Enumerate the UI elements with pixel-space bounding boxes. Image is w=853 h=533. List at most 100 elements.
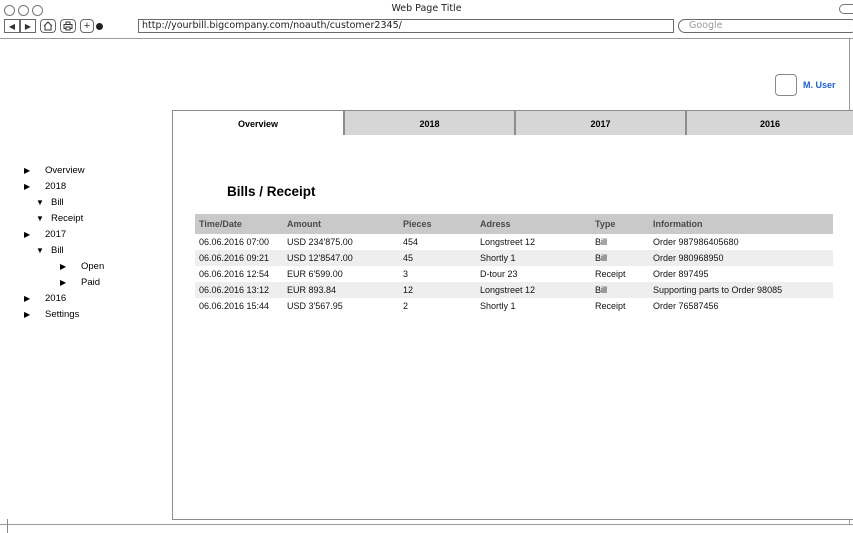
table-row[interactable]: 06.06.2016 09:21 USD 12'8547.00 45 Short… (195, 250, 833, 266)
cell-information: Order 987986405680 (653, 237, 739, 247)
sidebar-item-label: Paid (81, 277, 101, 288)
sidebar-item-settings[interactable]: ▶ Settings (24, 309, 79, 320)
sidebar-item-2018-receipt[interactable]: ▼ Receipt (36, 213, 83, 224)
home-icon (43, 21, 53, 31)
sidebar-item-2018-bill[interactable]: ▼ Bill (36, 197, 64, 208)
sidebar-item-label: Settings (45, 309, 80, 320)
expand-arrow-icon: ▶ (24, 310, 31, 319)
table-row[interactable]: 06.06.2016 15:44 USD 3'567.95 2 Shortly … (195, 298, 833, 314)
page-title: Bills / Receipt (227, 184, 316, 199)
tab-2017[interactable]: 2017 (515, 110, 686, 136)
collapse-arrow-icon: ▼ (36, 198, 44, 207)
tab-2018[interactable]: 2018 (344, 110, 515, 136)
collapse-arrow-icon: ▼ (36, 214, 44, 223)
tab-2016[interactable]: 2016 (686, 110, 853, 136)
column-header-amount[interactable]: Amount (283, 214, 399, 234)
sidebar-item-label: Overview (45, 165, 85, 176)
cell-address: Shortly 1 (476, 250, 591, 266)
printer-icon (63, 21, 73, 31)
cell-address: Longstreet 12 (480, 237, 536, 247)
search-input[interactable]: Google (678, 19, 853, 33)
status-dot-icon (95, 22, 103, 30)
expand-arrow-icon: ▶ (24, 182, 31, 191)
cell-time-date: 06.06.2016 07:00 (199, 237, 270, 247)
sidebar-item-2018[interactable]: ▶ 2018 (24, 181, 66, 192)
browser-nav-buttons: ◀ ▶ + (4, 19, 104, 33)
cell-information: Order 980968950 (649, 250, 833, 266)
loading-indicator (94, 19, 104, 33)
print-button[interactable] (60, 19, 76, 33)
cell-type: Bill (595, 237, 608, 247)
cell-amount: USD 12'8547.00 (283, 250, 399, 266)
forward-button[interactable]: ▶ (20, 19, 36, 33)
bills-table: Time/Date Amount Pieces Adress Type Info… (195, 214, 833, 314)
column-header-type[interactable]: Type (591, 214, 649, 234)
sidebar-item-2017[interactable]: ▶ 2017 (24, 229, 66, 240)
cell-type: Bill (591, 282, 649, 298)
cell-amount: USD 3'567.95 (287, 301, 343, 311)
sidebar-item-label: 2017 (45, 229, 67, 240)
year-tabs: Overview 2018 2017 2016 (172, 110, 853, 136)
user-menu[interactable]: M. User (775, 74, 836, 96)
expand-arrow-icon: ▶ (60, 278, 67, 287)
cell-address: D-tour 23 (480, 269, 518, 279)
browser-chrome: Web Page Title ◀ ▶ + http://yourbill.big… (0, 0, 853, 39)
column-header-address[interactable]: Adress (476, 214, 591, 234)
forward-arrow-icon: ▶ (24, 21, 32, 31)
add-bookmark-button[interactable]: + (80, 19, 94, 33)
avatar[interactable] (775, 74, 797, 96)
table-row[interactable]: 06.06.2016 12:54 EUR 6'599.00 3 D-tour 2… (195, 266, 833, 282)
cell-amount: EUR 893.84 (283, 282, 399, 298)
back-arrow-icon: ◀ (8, 21, 16, 31)
column-header-information[interactable]: Information (649, 214, 833, 234)
cell-time-date: 06.06.2016 12:54 (199, 269, 270, 279)
column-header-pieces[interactable]: Pieces (399, 214, 476, 234)
home-button[interactable] (40, 19, 56, 33)
user-name-link[interactable]: M. User (803, 80, 836, 90)
tab-overview[interactable]: Overview (172, 110, 344, 136)
cell-amount: USD 234'875.00 (287, 237, 353, 247)
expand-arrow-icon: ▶ (24, 294, 31, 303)
frame-edge (7, 519, 8, 533)
status-bar-divider (0, 524, 853, 525)
cell-information: Order 897495 (653, 269, 709, 279)
cell-time-date: 06.06.2016 15:44 (199, 301, 270, 311)
cell-information: Order 76587456 (653, 301, 719, 311)
table-row[interactable]: 06.06.2016 13:12 EUR 893.84 12 Longstree… (195, 282, 833, 298)
cell-pieces: 12 (399, 282, 476, 298)
column-header-time-date[interactable]: Time/Date (195, 214, 283, 234)
cell-type: Receipt (595, 301, 626, 311)
cell-pieces: 3 (403, 269, 409, 279)
sidebar-item-label: 2016 (45, 293, 67, 304)
table-header-row: Time/Date Amount Pieces Adress Type Info… (195, 214, 833, 234)
sidebar-item-2017-bill-paid[interactable]: ▶ Paid (60, 277, 100, 288)
collapse-arrow-icon: ▼ (36, 246, 44, 255)
back-button[interactable]: ◀ (4, 19, 20, 33)
expand-arrow-icon: ▶ (24, 166, 31, 175)
cell-type: Receipt (595, 269, 626, 279)
window-title: Web Page Title (391, 3, 462, 14)
sidebar-item-label: 2018 (45, 181, 67, 192)
cell-information: Supporting parts to Order 98085 (649, 282, 833, 298)
plus-icon: + (83, 20, 91, 32)
cell-amount: EUR 6'599.00 (287, 269, 343, 279)
cell-pieces: 45 (399, 250, 476, 266)
sidebar-item-2017-bill-open[interactable]: ▶ Open (60, 261, 104, 272)
cell-address: Longstreet 12 (476, 282, 591, 298)
expand-arrow-icon: ▶ (24, 230, 31, 239)
cell-time-date: 06.06.2016 09:21 (195, 250, 283, 266)
expand-arrow-icon: ▶ (60, 262, 67, 271)
cell-type: Bill (591, 250, 649, 266)
sidebar-item-2016[interactable]: ▶ 2016 (24, 293, 66, 304)
sidebar-item-label: Bill (51, 245, 64, 256)
sidebar-item-label: Bill (51, 197, 64, 208)
toolbar-toggle-icon[interactable] (839, 4, 853, 14)
cell-address: Shortly 1 (480, 301, 516, 311)
url-bar[interactable]: http://yourbill.bigcompany.com/noauth/cu… (138, 19, 674, 33)
table-row[interactable]: 06.06.2016 07:00 USD 234'875.00 454 Long… (195, 234, 833, 250)
cell-pieces: 454 (403, 237, 419, 247)
cell-pieces: 2 (403, 301, 409, 311)
sidebar-item-label: Receipt (51, 213, 84, 224)
sidebar-item-overview[interactable]: ▶ Overview (24, 165, 85, 176)
sidebar-item-2017-bill[interactable]: ▼ Bill (36, 245, 64, 256)
